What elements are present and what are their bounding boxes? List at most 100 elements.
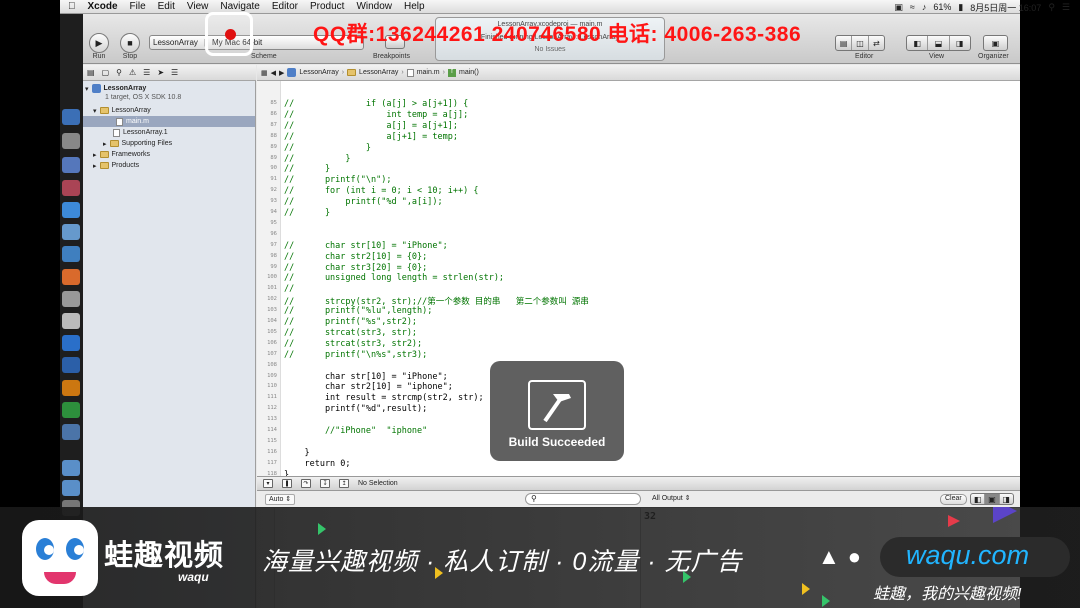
step-into-icon[interactable]: ↧	[320, 479, 330, 488]
stop-button[interactable]: ■ Stop	[120, 33, 140, 60]
code-line[interactable]: 113	[257, 414, 1020, 425]
code-line[interactable]: 109 char str[10] = "iPhone";	[257, 371, 1020, 382]
preview-icon[interactable]	[62, 291, 80, 307]
word-icon[interactable]	[62, 357, 80, 373]
excel-icon[interactable]	[62, 402, 80, 418]
console-only-icon[interactable]: ◨	[1000, 494, 1013, 504]
documents-folder-icon[interactable]	[62, 480, 80, 496]
source-editor[interactable]: 85 // if (a[j] > a[j+1]) {86 // int temp =…	[257, 81, 1020, 476]
breadcrumb-group[interactable]: LessonArray	[347, 69, 398, 76]
code-line[interactable]: 89 // }	[257, 153, 1020, 164]
file-row-main[interactable]: main.m	[83, 116, 255, 127]
text-edit-icon[interactable]	[62, 313, 80, 329]
search-icon[interactable]: ⚲	[1048, 2, 1055, 13]
code-line[interactable]: 112 printf("%d",result);	[257, 403, 1020, 414]
view-control[interactable]: ◧ ⬓ ◨	[906, 35, 971, 51]
downloads-folder-icon[interactable]	[62, 460, 80, 476]
finder-icon[interactable]	[62, 109, 80, 125]
menu-view[interactable]: View	[187, 1, 209, 12]
code-line[interactable]: 102// strcpy(str2, str);//第一个参数 目的串 第二个参…	[257, 294, 1020, 307]
group-row-supporting[interactable]: ▸ Supporting Files	[103, 138, 172, 149]
navigator-toggle-icon[interactable]: ◧	[907, 36, 929, 50]
code-line[interactable]: 85 // if (a[j] > a[j+1]) {	[257, 98, 1020, 109]
disclosure-icon[interactable]: ▸	[93, 151, 97, 159]
symbol-navigator-icon[interactable]: ▢	[102, 68, 110, 77]
assistant-editor-icon[interactable]: ◫	[852, 36, 869, 50]
menu-navigate[interactable]: Navigate	[220, 1, 259, 12]
back-icon[interactable]: ◀	[271, 69, 276, 77]
app-store-icon[interactable]	[62, 180, 80, 196]
system-preferences-icon[interactable]	[62, 424, 80, 440]
code-line[interactable]: 89 // }	[257, 142, 1020, 153]
safari-icon[interactable]	[62, 202, 80, 218]
breadcrumb-function[interactable]: f main()	[447, 68, 479, 77]
breadcrumb-project[interactable]: LessonArray	[287, 68, 339, 77]
standard-editor-icon[interactable]: ▤	[836, 36, 853, 50]
qq-icon[interactable]	[62, 335, 80, 351]
code-line[interactable]: 105 // strcat(str3, str);	[257, 327, 1020, 338]
utilities-toggle-icon[interactable]: ◨	[950, 36, 970, 50]
code-line[interactable]: 93 // printf("%d ",a[i]);	[257, 196, 1020, 207]
launchpad-icon[interactable]	[62, 133, 80, 149]
powerpoint-icon[interactable]	[62, 380, 80, 396]
variables-only-icon[interactable]: ◧	[971, 494, 986, 504]
disclosure-icon[interactable]: ▸	[103, 140, 107, 148]
list-icon[interactable]: ☰	[1062, 2, 1070, 13]
scheme-target[interactable]: LessonArray	[153, 38, 198, 47]
split-icon[interactable]: ▣	[985, 494, 1000, 504]
step-over-icon[interactable]: ↷	[301, 479, 311, 488]
group-row-products[interactable]: ▸ Products	[93, 160, 139, 171]
menu-product[interactable]: Product	[310, 1, 344, 12]
mission-control-icon[interactable]	[62, 157, 80, 173]
forward-icon[interactable]: ▶	[279, 69, 284, 77]
variables-mode-select[interactable]: Auto ⇕	[265, 494, 296, 505]
run-button[interactable]: ▶ Run	[89, 33, 109, 60]
code-line[interactable]: 106 // strcat(str3, str2);	[257, 338, 1020, 349]
xcode-icon[interactable]	[62, 246, 80, 262]
code-line[interactable]: 96	[257, 229, 1020, 240]
hide-debug-area-icon[interactable]: ▾	[263, 479, 273, 488]
code-line[interactable]: 98 // char str2[10] = {0};	[257, 251, 1020, 262]
code-line[interactable]: 107 // printf("\n%s",str3);	[257, 349, 1020, 360]
code-line[interactable]: 108	[257, 360, 1020, 371]
code-line[interactable]: 92 // for (int i = 0; i < 10; i++) {	[257, 185, 1020, 196]
apple-menu[interactable]: 	[68, 1, 76, 12]
disclosure-icon[interactable]: ▾	[85, 85, 89, 93]
log-navigator-icon[interactable]: ☰	[171, 68, 178, 77]
console-layout-control[interactable]: ◧ ▣ ◨	[970, 493, 1014, 505]
code-line[interactable]: 95	[257, 218, 1020, 229]
file-row-manpage[interactable]: LessonArray.1	[113, 127, 168, 138]
organizer-button[interactable]: ▣	[983, 35, 1008, 51]
code-line[interactable]: 117 return 0;	[257, 458, 1020, 469]
group-row-frameworks[interactable]: ▸ Frameworks	[93, 149, 150, 160]
code-line[interactable]: 111 int result = strcmp(str2, str);	[257, 392, 1020, 403]
code-line[interactable]: 114 //"iPhone" "iphone"	[257, 425, 1020, 436]
variables-search-field[interactable]: ⚲	[525, 493, 641, 505]
clear-console-button[interactable]: Clear	[940, 494, 967, 505]
code-line[interactable]: 91 // printf("\n");	[257, 174, 1020, 185]
group-row[interactable]: ▾ LessonArray	[93, 105, 151, 116]
related-items-icon[interactable]: ▦	[261, 69, 268, 77]
output-mode-select[interactable]: All Output ⇕	[649, 494, 694, 505]
code-line[interactable]: 86 // int temp = a[j];	[257, 109, 1020, 120]
menu-xcode[interactable]: Xcode	[88, 1, 118, 12]
menu-help[interactable]: Help	[404, 1, 425, 12]
debug-navigator-icon[interactable]: ☰	[143, 68, 150, 77]
battery-level[interactable]: 61%	[933, 2, 951, 12]
mail-icon[interactable]	[62, 224, 80, 240]
code-line[interactable]: 99 // char str3[20] = {0};	[257, 262, 1020, 273]
disclosure-icon[interactable]: ▾	[93, 107, 97, 115]
code-line[interactable]: 110 char str2[10] = "iphone";	[257, 381, 1020, 392]
menu-file[interactable]: File	[130, 1, 146, 12]
wifi-icon[interactable]: ≈	[910, 2, 915, 12]
project-navigator-icon[interactable]: ▤	[87, 68, 95, 77]
date-time[interactable]: 8月5日周一 16:07	[970, 1, 1041, 14]
camera-icon[interactable]: ▣	[894, 2, 903, 13]
editor-mode-control[interactable]: ▤ ◫ ⇄	[835, 35, 885, 51]
issue-navigator-icon[interactable]: ⚠	[129, 68, 136, 77]
pause-icon[interactable]: ❚	[282, 479, 292, 488]
debug-toggle-icon[interactable]: ⬓	[928, 36, 950, 50]
menu-editor[interactable]: Editor	[272, 1, 298, 12]
code-line[interactable]: 100 // unsigned long length = strlen(str)…	[257, 272, 1020, 283]
code-line[interactable]: 97 // char str[10] = "iPhone";	[257, 240, 1020, 251]
